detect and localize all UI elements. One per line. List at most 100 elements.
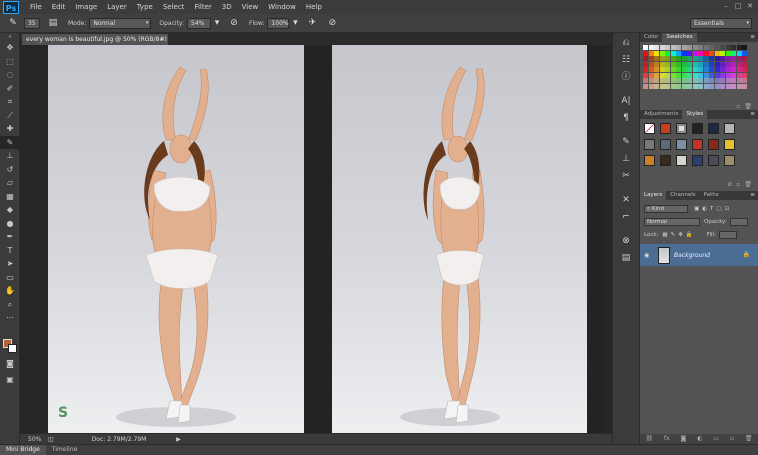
tab-paths[interactable]: Paths bbox=[700, 191, 723, 200]
color-swatch[interactable] bbox=[665, 78, 670, 83]
new-layer-icon[interactable]: ▫ bbox=[730, 434, 734, 444]
color-swatch[interactable] bbox=[725, 61, 731, 67]
color-swatch[interactable] bbox=[681, 67, 687, 72]
export-icon[interactable]: ◫ bbox=[48, 436, 54, 443]
color-swatch[interactable] bbox=[736, 61, 742, 67]
color-swatch[interactable] bbox=[648, 72, 654, 78]
hand-tool-icon[interactable]: ✋ bbox=[0, 284, 20, 298]
lock-all-icon[interactable]: 🔒 bbox=[686, 232, 693, 238]
blend-mode-select[interactable]: Normal bbox=[644, 217, 700, 226]
color-swatch[interactable] bbox=[703, 72, 709, 78]
color-swatch[interactable] bbox=[709, 78, 714, 83]
color-swatch[interactable] bbox=[709, 83, 714, 89]
tab-layers[interactable]: Layers bbox=[640, 191, 667, 200]
style-swatch[interactable] bbox=[724, 155, 735, 166]
brush-presets-icon[interactable]: ✎ bbox=[613, 135, 639, 149]
color-swatch[interactable] bbox=[742, 72, 747, 78]
color-swatch[interactable] bbox=[742, 78, 747, 83]
color-swatch[interactable] bbox=[698, 56, 703, 61]
color-swatch[interactable] bbox=[703, 83, 709, 89]
color-swatch[interactable] bbox=[654, 56, 659, 61]
brush-tool-icon[interactable]: ✎ bbox=[6, 17, 20, 30]
filter-type-icon[interactable]: T bbox=[710, 206, 713, 212]
color-swatch[interactable] bbox=[681, 45, 687, 50]
shape-tool-icon[interactable]: ▭ bbox=[0, 271, 20, 285]
style-swatch[interactable] bbox=[660, 155, 671, 166]
style-swatch[interactable] bbox=[676, 139, 687, 150]
color-swatch[interactable] bbox=[720, 72, 725, 78]
color-swatch[interactable] bbox=[742, 61, 747, 67]
menu-help[interactable]: Help bbox=[301, 0, 327, 14]
color-swatch[interactable] bbox=[692, 83, 698, 89]
color-swatch[interactable] bbox=[670, 45, 676, 50]
color-swatch[interactable] bbox=[643, 72, 648, 78]
flow-input[interactable]: 100% bbox=[267, 17, 290, 29]
style-swatch[interactable] bbox=[692, 155, 703, 166]
menu-filter[interactable]: Filter bbox=[189, 0, 216, 14]
color-swatch[interactable] bbox=[676, 56, 681, 61]
color-swatch[interactable] bbox=[736, 83, 742, 89]
character-icon[interactable]: A| bbox=[613, 94, 639, 108]
color-swatch[interactable] bbox=[725, 67, 731, 72]
color-swatch[interactable] bbox=[736, 72, 742, 78]
color-swatch[interactable] bbox=[736, 50, 742, 56]
mode-select[interactable]: Normal ▾ bbox=[89, 17, 152, 29]
menu-image[interactable]: Image bbox=[70, 0, 102, 14]
color-swatch[interactable] bbox=[703, 78, 709, 83]
style-swatch[interactable] bbox=[708, 155, 719, 166]
color-swatch[interactable] bbox=[665, 72, 670, 78]
style-swatch[interactable] bbox=[644, 139, 655, 150]
delete-icon[interactable]: 🗑 bbox=[744, 181, 752, 188]
color-swatch[interactable] bbox=[720, 83, 725, 89]
color-swatch[interactable] bbox=[665, 50, 670, 56]
clone-stamp-tool-icon[interactable]: ⊥ bbox=[0, 149, 20, 163]
panel-menu-icon[interactable]: ≡ bbox=[750, 110, 755, 119]
lock-transparent-icon[interactable]: ▦ bbox=[662, 232, 667, 238]
tab-adjustments[interactable]: Adjustments bbox=[640, 110, 682, 119]
new-swatch-icon[interactable]: ▫ bbox=[736, 103, 740, 110]
color-swatch[interactable] bbox=[676, 45, 681, 50]
menu-file[interactable]: File bbox=[25, 0, 47, 14]
color-swatch[interactable] bbox=[742, 45, 747, 50]
color-swatch[interactable] bbox=[665, 45, 670, 50]
color-swatch[interactable] bbox=[703, 67, 709, 72]
style-swatch[interactable] bbox=[644, 123, 655, 134]
color-swatch[interactable] bbox=[654, 61, 659, 67]
color-swatch[interactable] bbox=[643, 78, 648, 83]
menu-type[interactable]: Type bbox=[132, 0, 158, 14]
color-swatch[interactable] bbox=[676, 78, 681, 83]
color-swatch[interactable] bbox=[687, 45, 692, 50]
color-swatch[interactable] bbox=[731, 78, 736, 83]
color-swatch[interactable] bbox=[676, 72, 681, 78]
color-swatch[interactable] bbox=[725, 83, 731, 89]
maximize-icon[interactable]: □ bbox=[734, 2, 742, 10]
close-tab-icon[interactable]: × bbox=[160, 34, 165, 45]
after-photo[interactable] bbox=[332, 45, 587, 433]
color-swatch[interactable] bbox=[698, 61, 703, 67]
color-swatch[interactable] bbox=[742, 50, 747, 56]
gradient-tool-icon[interactable]: ▦ bbox=[0, 190, 20, 204]
color-swatch[interactable] bbox=[714, 45, 720, 50]
delete-icon[interactable]: 🗑 bbox=[744, 103, 752, 110]
filter-smart-icon[interactable]: ⊡ bbox=[725, 206, 730, 212]
fx-icon[interactable]: fx bbox=[664, 434, 670, 444]
quick-select-tool-icon[interactable]: ✐ bbox=[0, 82, 20, 96]
style-swatch[interactable] bbox=[708, 123, 719, 134]
color-swatch[interactable] bbox=[654, 72, 659, 78]
more-tools-icon[interactable]: ⋯ bbox=[0, 311, 20, 325]
color-swatch[interactable] bbox=[687, 78, 692, 83]
color-swatch[interactable] bbox=[720, 56, 725, 61]
marquee-tool-icon[interactable]: ⬚ bbox=[0, 55, 20, 69]
color-swatch[interactable] bbox=[670, 72, 676, 78]
color-swatch[interactable] bbox=[648, 67, 654, 72]
color-swatch[interactable] bbox=[703, 50, 709, 56]
color-swatch[interactable] bbox=[731, 83, 736, 89]
color-swatch[interactable] bbox=[698, 78, 703, 83]
color-swatch[interactable] bbox=[643, 56, 648, 61]
color-swatch[interactable] bbox=[665, 61, 670, 67]
clone-source-icon[interactable]: ⊥ bbox=[613, 152, 639, 166]
airbrush-icon[interactable]: ✈ bbox=[305, 17, 319, 30]
color-swatch[interactable] bbox=[659, 50, 665, 56]
color-swatch[interactable] bbox=[676, 83, 681, 89]
fill-input[interactable] bbox=[718, 230, 737, 239]
